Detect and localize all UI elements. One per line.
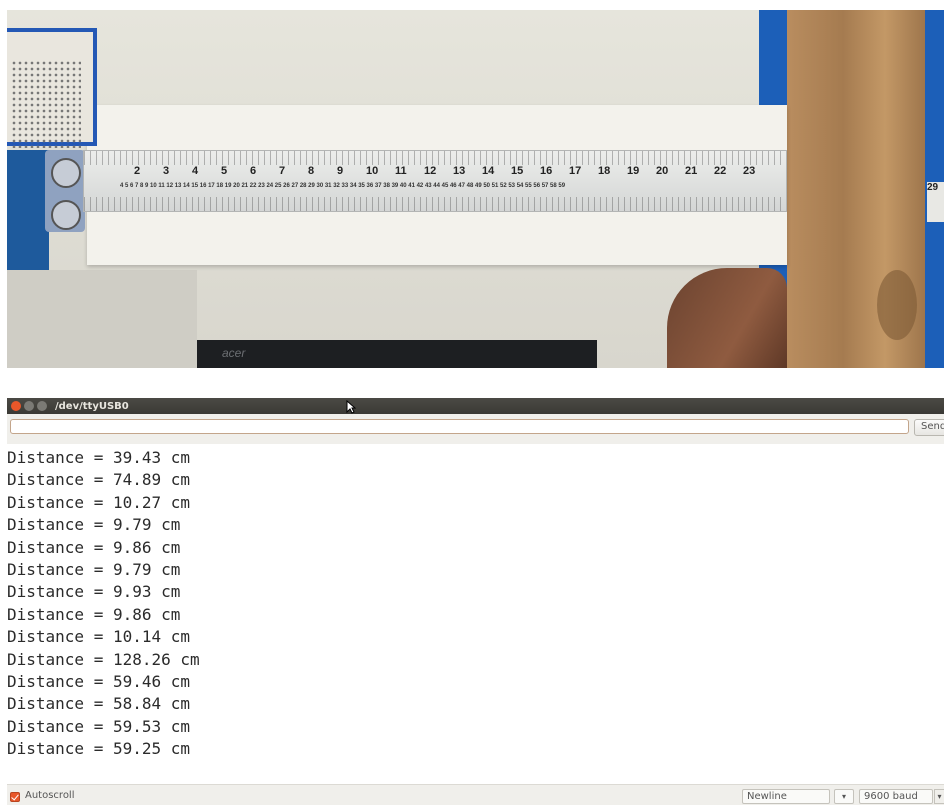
close-window-button[interactable] [11,401,21,411]
ruler-number: 23 [743,165,756,177]
window-title: /dev/ttyUSB0 [55,400,129,412]
output-line: Distance = 9.93 cm [7,582,181,602]
ruler-number: 22 [714,165,727,177]
status-bar: Autoscroll Newline ▾ 9600 baud ▾ [7,784,944,805]
output-line: Distance = 59.53 cm [7,716,191,736]
send-button[interactable]: Send [914,419,944,436]
ruler-number: 2 [134,165,141,177]
maximize-window-button[interactable] [37,401,47,411]
monitor-logo: acer [222,346,246,360]
ruler: 2 3 4 5 6 7 8 9 10 11 12 13 14 15 16 17 18 19 20 21 22 23 4 5… [83,150,787,212]
ruler-number: 9 [337,165,344,177]
ruler-number: 10 [366,165,379,177]
ruler-number: 3 [163,165,170,177]
ruler-number: 4 [192,165,199,177]
send-toolbar: Send [7,414,944,444]
line-ending-select[interactable]: Newline [742,789,830,804]
wood-knot [877,270,917,340]
ruler-number: 17 [569,165,582,177]
output-line: Distance = 39.43 cm [7,448,191,467]
minimize-window-button[interactable] [24,401,34,411]
output-line: Distance = 128.26 cm [7,649,200,669]
sensor-transducer-bottom [51,200,81,230]
monitor-bezel [197,340,597,368]
ruler-number: 12 [424,165,437,177]
output-line: Distance = 9.86 cm [7,537,181,557]
baud-rate-dropdown-icon[interactable]: ▾ [934,789,944,804]
send-input[interactable] [10,419,909,434]
camera-photo: 2 3 4 5 6 7 8 9 10 11 12 13 14 15 16 17 18 19 20 21 22 23 4 5… [7,10,944,368]
autoscroll-label: Autoscroll [25,790,75,801]
ruler-number: 8 [308,165,315,177]
output-line: Distance = 59.46 cm [7,671,191,691]
output-line: Distance = 59.25 cm [7,739,191,759]
desk-surface [7,270,197,368]
serial-output[interactable]: Distance = 39.43 cm Distance = 74.89 cm … [7,444,944,782]
autoscroll-checkbox[interactable] [10,792,20,802]
ruler-number: 20 [656,165,669,177]
ruler-number: 7 [279,165,286,177]
ruler-number: 6 [250,165,257,177]
ruler-inch-numbers: 2 3 4 5 6 7 8 9 10 11 12 13 14 15 16 17 18 19 20 21 22 23 [134,165,772,177]
output-line: Distance = 9.79 cm [7,515,181,535]
output-line: Distance = 10.27 cm [7,492,191,512]
output-line: Distance = 10.14 cm [7,627,191,647]
line-ending-dropdown-icon[interactable]: ▾ [834,789,854,804]
ruler-number: 19 [627,165,640,177]
ruler-number: 11 [395,165,407,177]
sensor-transducer-top [51,158,81,188]
title-bar: /dev/ttyUSB0 [7,398,944,414]
ruler-number: 5 [221,165,228,177]
ruler-number: 13 [453,165,466,177]
ruler-number: 21 [685,165,698,177]
output-line: Distance = 58.84 cm [7,694,191,714]
ruler-number: 15 [511,165,524,177]
ruler-number: 18 [598,165,611,177]
ruler-cm-numbers: 4 5 6 7 8 9 10 11 12 13 14 15 16 17 18 1… [120,183,566,189]
output-line: Distance = 74.89 cm [7,470,191,490]
baud-rate-select[interactable]: 9600 baud [859,789,933,804]
breadboard [7,28,97,148]
breadboard-holes [11,60,81,148]
serial-monitor-window: /dev/ttyUSB0 Send Distance = 39.43 cm Di… [7,398,944,805]
arduino-board [7,150,49,270]
ruler-number: 14 [482,165,495,177]
output-line: Distance = 9.79 cm [7,559,181,579]
ruler-number: 16 [540,165,553,177]
ruler-ticks [84,151,786,211]
output-line: Distance = 9.86 cm [7,604,181,624]
ruler-partial-number: 29 [927,182,944,222]
